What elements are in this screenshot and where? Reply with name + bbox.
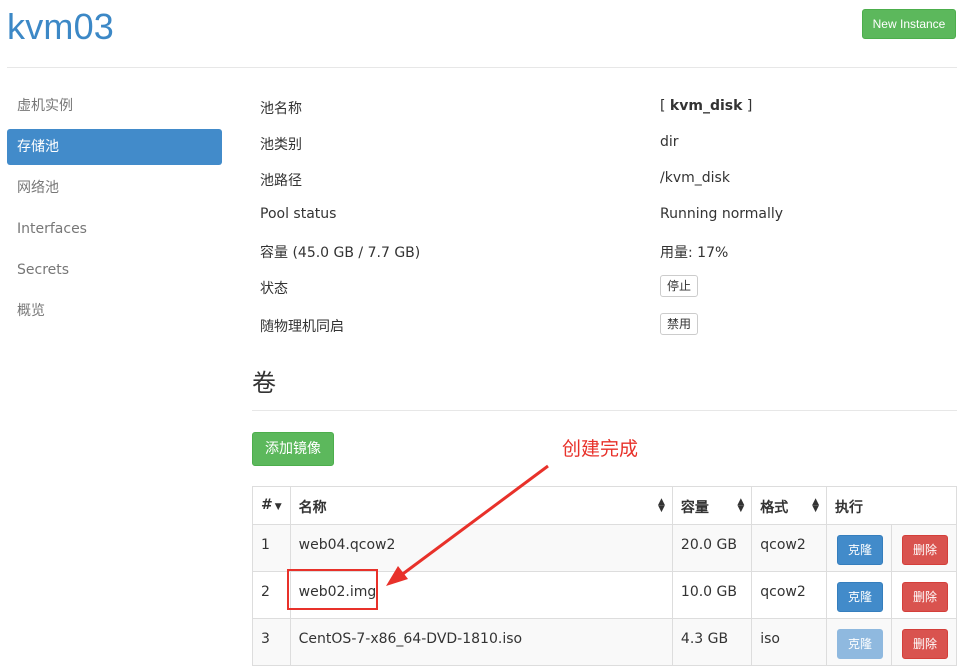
pool-type-label: 池类别 [260,137,302,153]
row-clone-cell: 克隆 [825,524,893,572]
row-delete-cell: 删除 [891,618,957,666]
pool-usage-value: 用量: 17% [660,245,729,261]
row-clone-cell: 克隆 [825,618,893,666]
sort-both-icon: ▲ ▼ [737,497,745,514]
col-header-num[interactable]: # ▼ [252,486,291,525]
pool-status-value: Running normally [660,206,784,222]
pool-capacity-label: 容量 (45.0 GB / 7.7 GB) [260,245,421,261]
row-name: web04.qcow2 [289,524,673,572]
pool-name-row: 池名称 [ kvm_disk ] [252,88,957,124]
row-delete-cell: 删除 [891,524,957,572]
pool-autostart-row: 随物理机同启 禁用 [252,306,957,344]
pool-state-label: 状态 [260,281,288,297]
sidebar-nav: 虚机实例 存储池 网络池 Interfaces Secrets 概览 [7,88,222,334]
header-divider [7,67,957,68]
row-format: iso [751,618,827,666]
row-size: 20.0 GB [671,524,753,572]
clone-button-disabled: 克隆 [836,629,883,659]
delete-button[interactable]: 删除 [902,629,948,659]
row-format: qcow2 [751,524,827,572]
volumes-section-title: 卷 [252,369,276,397]
app-title: kvm03 [7,6,115,47]
sidebar-item-interfaces[interactable]: Interfaces [7,211,222,247]
pool-status-label: Pool status [260,206,337,222]
sidebar-item-instances[interactable]: 虚机实例 [7,88,222,124]
sidebar-item-storage-pools[interactable]: 存储池 [7,129,222,165]
col-header-size[interactable]: 容量 ▲ ▼ [671,486,753,525]
pool-autostart-label: 随物理机同启 [260,319,344,335]
pool-state-row: 状态 停止 [252,268,957,306]
pool-type-row: 池类别 dir [252,124,957,160]
col-size-label: 容量 [680,500,709,516]
sort-both-icon: ▲ ▼ [658,497,665,514]
col-header-format[interactable]: 格式 ▲ ▼ [751,486,827,525]
annotation-text: 创建完成 [562,438,639,460]
add-image-button[interactable]: 添加镜像 [252,432,334,466]
pool-type-value: dir [660,134,679,150]
pool-name-label: 池名称 [260,101,302,117]
col-name-label: 名称 [298,500,327,516]
row-clone-cell: 克隆 [825,571,893,619]
pool-name-bracket-close: ] [742,98,753,114]
row-format: qcow2 [751,571,827,619]
pool-status-row: Pool status Running normally [252,196,957,232]
col-actions-label: 执行 [834,500,863,516]
sidebar-item-networks[interactable]: 网络池 [7,170,222,206]
col-format-label: 格式 [760,500,789,516]
pool-path-value: /kvm_disk [660,170,730,186]
sidebar-item-secrets[interactable]: Secrets [7,252,222,288]
row-size: 10.0 GB [671,571,753,619]
row-delete-cell: 删除 [891,571,957,619]
col-num-label: # [261,497,273,513]
clone-button[interactable]: 克隆 [836,582,883,612]
row-num: 3 [252,618,291,666]
row-num: 2 [252,571,291,619]
row-name: CentOS-7-x86_64-DVD-1810.iso [289,618,673,666]
pool-path-label: 池路径 [260,173,302,189]
delete-button[interactable]: 删除 [902,535,948,565]
clone-button[interactable]: 克隆 [836,535,883,565]
annotation-highlight-box [287,569,378,610]
section-divider [252,410,957,411]
table-row: 1 web04.qcow2 20.0 GB qcow2 克隆 删除 [252,524,957,572]
pool-name-bracket-open: [ [660,98,670,114]
table-row: 3 CentOS-7-x86_64-DVD-1810.iso 4.3 GB is… [252,618,957,666]
row-size: 4.3 GB [671,618,753,666]
sort-both-icon: ▲ ▼ [812,497,819,514]
pool-info-table: 池名称 [ kvm_disk ] 池类别 dir 池路径 /kvm_disk P… [252,88,957,344]
pool-name-value: [ kvm_disk ] [660,98,752,114]
stop-pool-button[interactable]: 停止 [660,275,699,297]
new-instance-button[interactable]: New Instance [862,9,956,39]
sidebar-item-overview[interactable]: 概览 [7,293,222,329]
col-header-name[interactable]: 名称 ▲ ▼ [289,486,673,525]
delete-button[interactable]: 删除 [902,582,948,612]
pool-name-text: kvm_disk [669,98,743,114]
caret-down-icon: ▼ [274,502,282,512]
row-num: 1 [252,524,291,572]
pool-path-row: 池路径 /kvm_disk [252,160,957,196]
pool-capacity-row: 容量 (45.0 GB / 7.7 GB) 用量: 17% [252,232,957,268]
disable-autostart-button[interactable]: 禁用 [660,313,699,335]
col-header-actions: 执行 [825,486,958,525]
